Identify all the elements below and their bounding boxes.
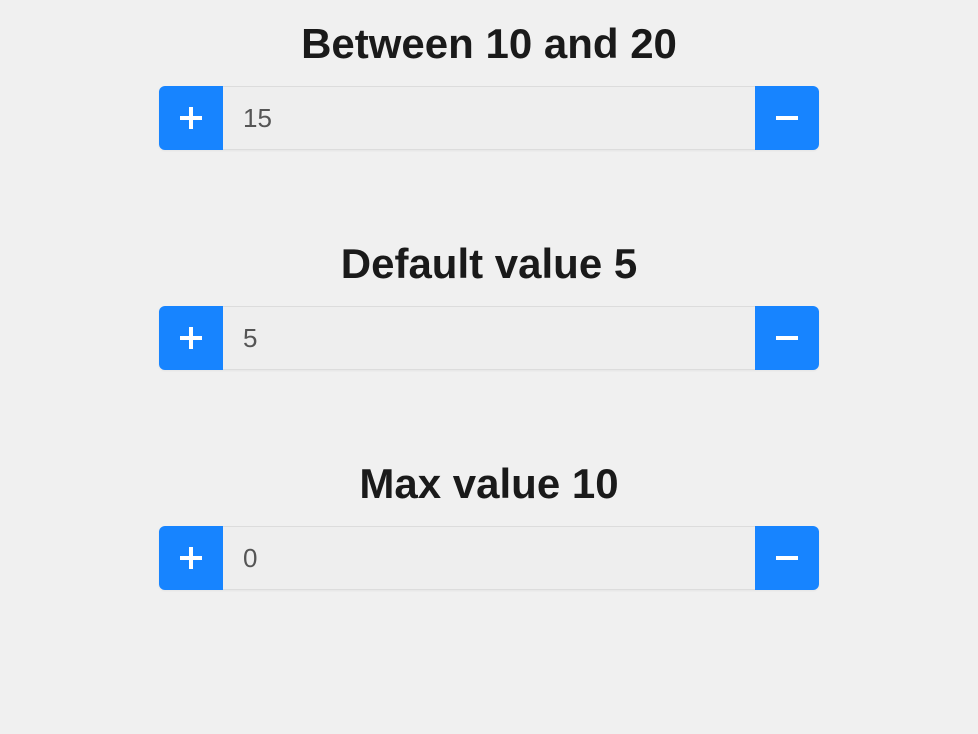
stepper-title: Max value 10 bbox=[359, 460, 618, 508]
plus-icon bbox=[180, 107, 202, 129]
increment-button[interactable] bbox=[159, 306, 223, 370]
increment-button[interactable] bbox=[159, 86, 223, 150]
stepper-input[interactable] bbox=[223, 526, 755, 590]
minus-icon bbox=[776, 327, 798, 349]
stepper-title: Between 10 and 20 bbox=[301, 20, 677, 68]
stepper-group-default: Default value 5 bbox=[159, 240, 819, 370]
stepper-input[interactable] bbox=[223, 306, 755, 370]
plus-icon bbox=[180, 547, 202, 569]
stepper-group-between: Between 10 and 20 bbox=[159, 20, 819, 150]
minus-icon bbox=[776, 547, 798, 569]
minus-icon bbox=[776, 107, 798, 129]
increment-button[interactable] bbox=[159, 526, 223, 590]
plus-icon bbox=[180, 327, 202, 349]
quantity-stepper bbox=[159, 526, 819, 590]
quantity-stepper bbox=[159, 86, 819, 150]
decrement-button[interactable] bbox=[755, 526, 819, 590]
decrement-button[interactable] bbox=[755, 86, 819, 150]
stepper-group-max: Max value 10 bbox=[159, 460, 819, 590]
stepper-input[interactable] bbox=[223, 86, 755, 150]
decrement-button[interactable] bbox=[755, 306, 819, 370]
stepper-title: Default value 5 bbox=[341, 240, 637, 288]
quantity-stepper bbox=[159, 306, 819, 370]
